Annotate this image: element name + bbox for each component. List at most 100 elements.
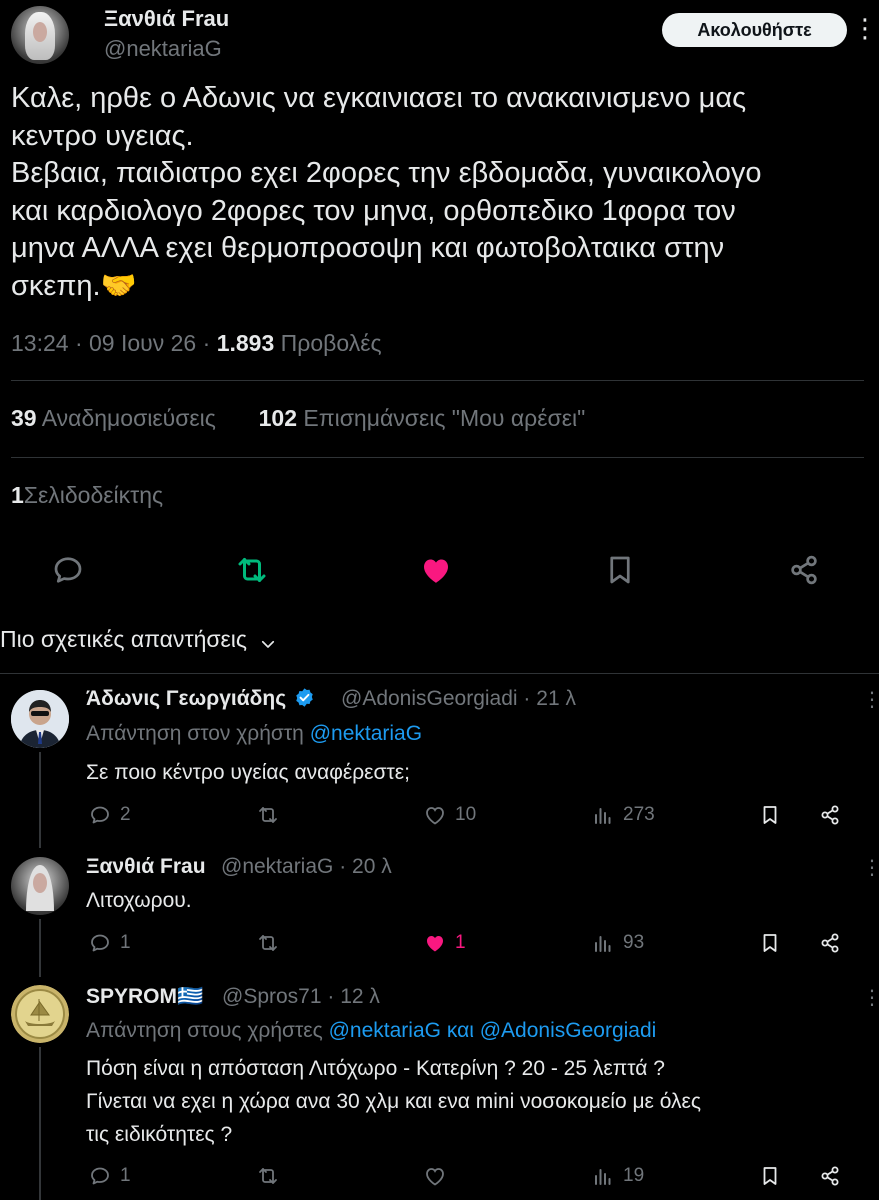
- divider: [11, 380, 864, 381]
- author-avatar[interactable]: [11, 6, 69, 64]
- reply-more-icon[interactable]: ⋮: [862, 985, 879, 1010]
- likes-label: Επισημάνσεις "Μου αρέσει": [303, 405, 586, 431]
- likes-count: 102: [258, 405, 298, 431]
- reply-prefix: Απάντηση στους χρήστες: [86, 1019, 323, 1042]
- bookmark-button[interactable]: [758, 803, 782, 827]
- reply-handle[interactable]: @nektariaG: [221, 855, 333, 878]
- bookmark-button[interactable]: [758, 931, 782, 955]
- reposts-stat[interactable]: 39 Αναδημοσιεύσεις: [11, 405, 216, 431]
- reply-avatar[interactable]: [11, 690, 69, 748]
- thread-line: [39, 752, 41, 848]
- reply-mention[interactable]: @AdonisGeorgiadi: [480, 1019, 657, 1042]
- reply-avatar[interactable]: [11, 857, 69, 915]
- like-count: 1: [455, 932, 466, 953]
- reply-button[interactable]: 2: [88, 803, 131, 827]
- repost-icon[interactable]: [234, 552, 270, 588]
- reply-author-name[interactable]: Άδωνις Γεωργιάδης: [86, 687, 315, 711]
- bookmarks-stat[interactable]: 1Σελιδοδείκτης: [11, 482, 163, 509]
- reply-icon: [88, 931, 112, 955]
- share-icon: [818, 931, 842, 955]
- reply-conjunction: και: [446, 1019, 474, 1042]
- share-button[interactable]: [818, 931, 842, 955]
- reply-count: 1: [120, 1165, 131, 1186]
- reply-time[interactable]: 12 λ: [340, 985, 380, 1008]
- reply-context: Απάντηση στους χρήστες @nektariaG και @A…: [86, 1019, 656, 1043]
- views-count: 1.893: [216, 330, 275, 356]
- reply-author-name[interactable]: Ξανθιά Frau: [86, 855, 206, 879]
- bookmarks-count: 1: [11, 482, 24, 508]
- reply-meta: @AdonisGeorgiadi · 21 λ: [341, 687, 576, 710]
- reply-meta: @Spros71 · 12 λ: [222, 985, 380, 1008]
- repost-icon: [256, 1164, 280, 1188]
- divider: [11, 457, 864, 458]
- tweet-meta: 13:24 · 09 Ιουν 26 · 1.893 Προβολές: [11, 330, 382, 356]
- reply-mention[interactable]: @nektariaG: [310, 722, 422, 745]
- like-count: 10: [455, 804, 477, 825]
- share-button[interactable]: [818, 803, 842, 827]
- follow-button[interactable]: Ακολουθήστε: [662, 13, 847, 47]
- reply-time[interactable]: 20 λ: [352, 855, 392, 878]
- engagement-stats: 39 Αναδημοσιεύσεις 102 Επισημάνσεις "Μου…: [11, 405, 585, 432]
- tweet-time[interactable]: 13:24: [11, 330, 69, 356]
- reply-handle[interactable]: @AdonisGeorgiadi: [341, 687, 518, 710]
- like-button[interactable]: [423, 1164, 455, 1188]
- bookmark-button[interactable]: [758, 1164, 782, 1188]
- views-count: 273: [623, 804, 655, 825]
- views-button[interactable]: 93: [591, 931, 644, 955]
- reply-mention[interactable]: @nektariaG: [329, 1019, 441, 1042]
- views-button[interactable]: 273: [591, 803, 655, 827]
- reply-text: Λιτοχωρου.: [86, 889, 192, 912]
- like-icon: [423, 803, 447, 827]
- reply-avatar[interactable]: [11, 985, 69, 1043]
- like-icon: [423, 1164, 447, 1188]
- share-icon: [818, 1164, 842, 1188]
- likes-stat[interactable]: 102 Επισημάνσεις "Μου αρέσει": [259, 405, 586, 431]
- reply-author-name[interactable]: SPYROM🇬🇷: [86, 985, 203, 1009]
- views-button[interactable]: 19: [591, 1164, 644, 1188]
- tweet-text: Καλε, ηρθε ο Αδωνις να εγκαινιασει το αν…: [11, 82, 762, 302]
- bookmark-icon: [758, 931, 782, 955]
- reply-meta: @nektariaG · 20 λ: [221, 855, 392, 878]
- reply-button[interactable]: 1: [88, 1164, 131, 1188]
- views-chart-icon: [591, 1164, 615, 1188]
- reply-handle[interactable]: @Spros71: [222, 985, 322, 1008]
- thread-line: [39, 1047, 41, 1200]
- replies-sort-dropdown[interactable]: Πιο σχετικές απαντήσεις: [0, 626, 277, 653]
- reply-count: 2: [120, 804, 131, 825]
- reply-more-icon[interactable]: ⋮: [862, 855, 879, 880]
- reposts-count: 39: [11, 405, 37, 431]
- share-icon: [818, 803, 842, 827]
- like-button[interactable]: 10: [423, 803, 476, 827]
- chevron-down-icon: [259, 632, 277, 650]
- like-icon: [423, 931, 447, 955]
- author-name[interactable]: Ξανθιά Frau: [104, 6, 229, 32]
- reply-button[interactable]: 1: [88, 931, 131, 955]
- reposts-label: Αναδημοσιεύσεις: [41, 405, 216, 431]
- reply-text: Σε ποιο κέντρο υγείας αναφέρεστε;: [86, 761, 410, 784]
- repost-button[interactable]: [256, 931, 288, 955]
- author-handle[interactable]: @nektariaG: [104, 36, 222, 62]
- reply-icon: [88, 1164, 112, 1188]
- reply-time[interactable]: 21 λ: [536, 687, 576, 710]
- more-options-icon[interactable]: ⋮: [852, 8, 878, 48]
- share-button[interactable]: [818, 1164, 842, 1188]
- repost-button[interactable]: [256, 1164, 288, 1188]
- like-button[interactable]: 1: [423, 931, 466, 955]
- repost-icon: [256, 803, 280, 827]
- share-icon[interactable]: [786, 552, 822, 588]
- verified-badge-icon: [294, 687, 315, 708]
- views-label: Προβολές: [280, 330, 382, 356]
- reply-icon: [88, 803, 112, 827]
- bookmark-icon[interactable]: [602, 552, 638, 588]
- tweet-date[interactable]: 09 Ιουν 26: [89, 330, 196, 356]
- repost-icon: [256, 931, 280, 955]
- repost-button[interactable]: [256, 803, 288, 827]
- sort-label: Πιο σχετικές απαντήσεις: [0, 626, 248, 652]
- bookmarks-label: Σελιδοδείκτης: [23, 482, 164, 508]
- reply-more-icon[interactable]: ⋮: [862, 687, 879, 712]
- bookmark-icon: [758, 803, 782, 827]
- thread-line: [39, 919, 41, 977]
- like-icon[interactable]: [418, 552, 454, 588]
- reply-icon[interactable]: [50, 552, 86, 588]
- divider: [0, 673, 879, 674]
